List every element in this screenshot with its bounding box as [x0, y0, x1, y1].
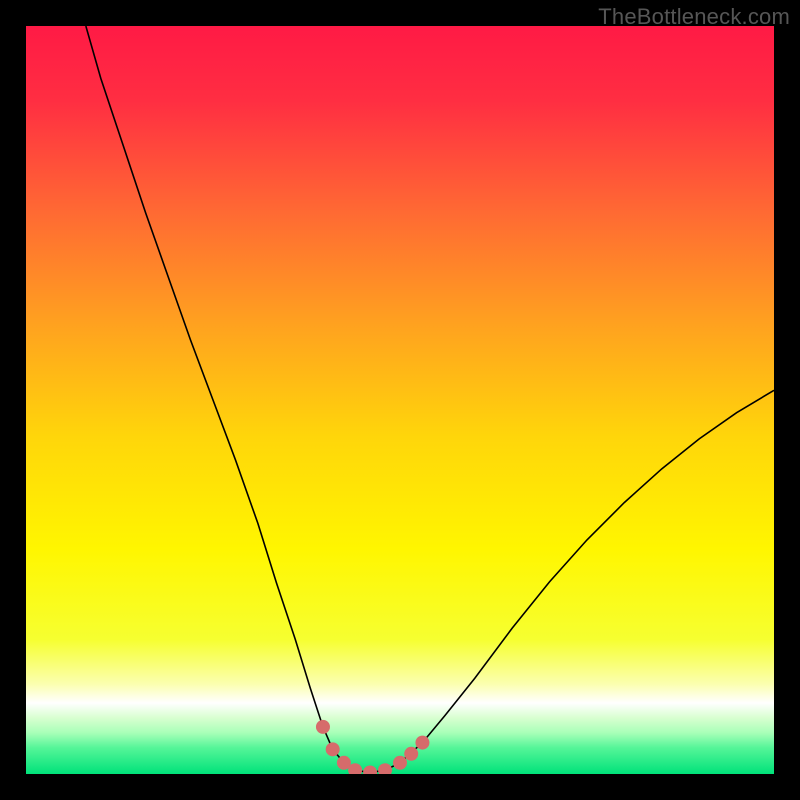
bottleneck-chart [26, 26, 774, 774]
bottleneck-marker [393, 756, 407, 770]
plot-frame [26, 26, 774, 774]
bottleneck-marker [326, 742, 340, 756]
chart-background [26, 26, 774, 774]
watermark-text: TheBottleneck.com [598, 4, 790, 30]
bottleneck-marker [404, 747, 418, 761]
bottleneck-marker [316, 720, 330, 734]
bottleneck-marker [415, 736, 429, 750]
